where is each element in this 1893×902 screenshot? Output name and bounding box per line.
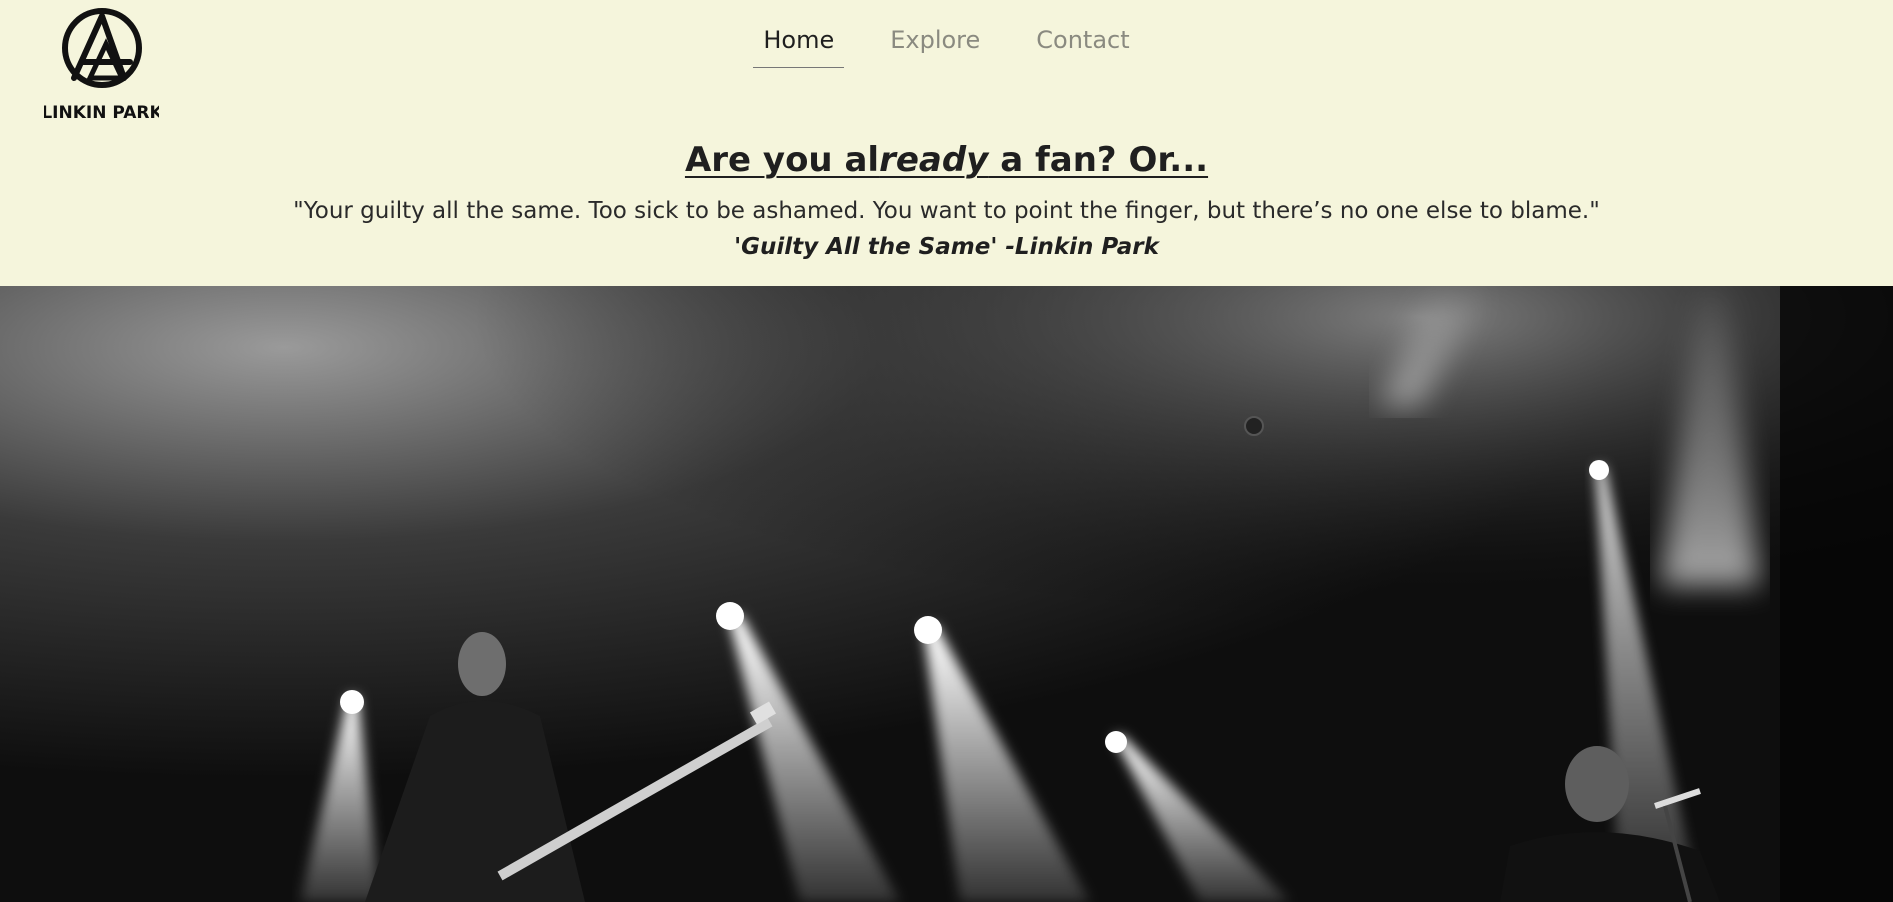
lyric-attribution: 'Guilty All the Same' -Linkin Park xyxy=(734,234,1159,260)
hero-concert-photo xyxy=(0,286,1893,902)
main-nav: Home Explore Contact xyxy=(0,22,1893,72)
headline-part2: a fan? Or... xyxy=(988,140,1209,180)
site-header: LINKIN PARK Home Explore Contact Are you a… xyxy=(0,0,1893,286)
headline-part1: Are you al xyxy=(684,140,880,180)
lyric-quote: "Your guilty all the same. Too sick to b… xyxy=(293,198,1600,224)
nav-contact[interactable]: Contact xyxy=(1026,22,1139,68)
headline-text: Are you already a fan? Or... xyxy=(685,140,1208,180)
nav-home[interactable]: Home xyxy=(753,22,845,68)
page-headline: Are you already a fan? Or... xyxy=(0,140,1893,180)
concert-stage-image xyxy=(0,286,1893,902)
headline-italic: ready xyxy=(879,140,989,180)
svg-text:LINKIN PARK: LINKIN PARK xyxy=(44,103,159,123)
nav-explore[interactable]: Explore xyxy=(880,22,990,68)
